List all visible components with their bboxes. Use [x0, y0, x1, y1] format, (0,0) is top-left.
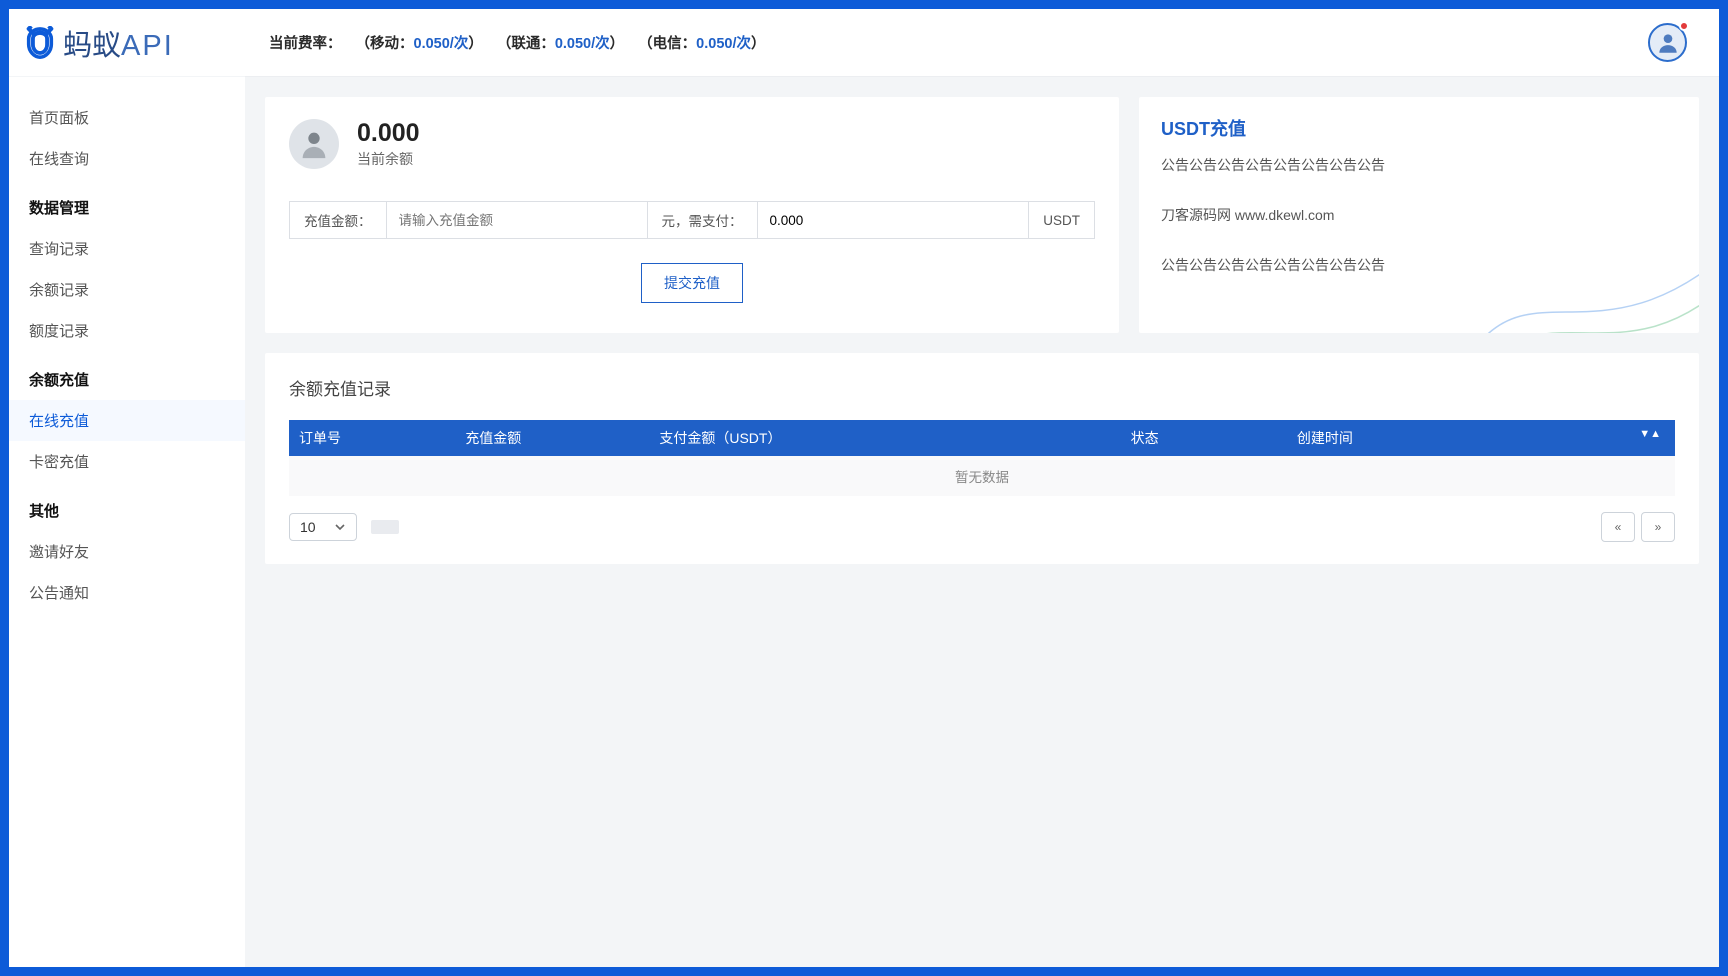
- col-status[interactable]: 状态: [1121, 420, 1287, 456]
- currency-unit: USDT: [1028, 202, 1094, 238]
- sort-desc-icon: ▼▲: [1639, 428, 1661, 440]
- announcement-line: 公告公告公告公告公告公告公告公告: [1161, 255, 1677, 275]
- table-empty-text: 暂无数据: [289, 456, 1675, 496]
- topbar: 当前费率： （移动：0.050/次） （联通：0.050/次） （电信：0.050/…: [245, 9, 1719, 77]
- announcement-line: 公告公告公告公告公告公告公告公告: [1161, 155, 1677, 175]
- amount-label: 充值金额：: [290, 202, 387, 238]
- rate-item: （电信：0.050/次）: [638, 32, 765, 53]
- col-amount[interactable]: 充值金额: [455, 420, 649, 456]
- rate-item: （移动：0.050/次）: [356, 32, 483, 53]
- history-title: 余额充值记录: [289, 375, 1675, 400]
- nav-link[interactable]: 在线充值: [9, 400, 245, 441]
- amount-input[interactable]: [387, 202, 647, 238]
- pay-amount-input[interactable]: [758, 202, 1029, 238]
- logo-text: 蚂蚁API: [63, 22, 174, 64]
- nav-link[interactable]: 卡密充值: [9, 441, 245, 482]
- sidebar-nav: 首页面板在线查询数据管理查询记录余额记录额度记录余额充值在线充值卡密充值其他邀请…: [9, 77, 245, 613]
- submit-recharge-button[interactable]: 提交充值: [641, 263, 743, 303]
- rate-item: （联通：0.050/次）: [497, 32, 624, 53]
- nav-link[interactable]: 邀请好友: [9, 531, 245, 572]
- page-size-select[interactable]: 10: [289, 513, 357, 541]
- pay-label: 元，需支付：: [647, 202, 758, 238]
- rate-display: 当前费率： （移动：0.050/次） （联通：0.050/次） （电信：0.050/…: [269, 32, 765, 53]
- card-history: 余额充值记录 订单号 充值金额 支付金额（USDT） 状态 创建时间 ▼▲: [265, 353, 1699, 564]
- content: 0.000 当前余额 充值金额： 元，需支付： USDT 提交充值: [245, 77, 1719, 967]
- user-avatar[interactable]: [1648, 23, 1687, 62]
- pagination: 10 « »: [289, 512, 1675, 542]
- chevron-down-icon: [334, 521, 346, 533]
- balance-value: 0.000: [357, 119, 420, 148]
- col-pay-usdt[interactable]: 支付金额（USDT）: [649, 420, 1120, 456]
- rate-label: 当前费率：: [269, 32, 342, 53]
- history-table: 订单号 充值金额 支付金额（USDT） 状态 创建时间 ▼▲: [289, 420, 1675, 496]
- nav-heading: 余额充值: [9, 359, 245, 400]
- col-created-at[interactable]: 创建时间 ▼▲: [1287, 420, 1675, 456]
- card-announcement: USDT充值 公告公告公告公告公告公告公告公告 刀客源码网 www.dkewl.…: [1139, 97, 1699, 333]
- sidebar: 蚂蚁API 首页面板在线查询数据管理查询记录余额记录额度记录余额充值在线充值卡密…: [9, 9, 245, 967]
- balance-label: 当前余额: [357, 149, 420, 169]
- col-order-id[interactable]: 订单号: [289, 420, 455, 456]
- nav-link[interactable]: 额度记录: [9, 310, 245, 351]
- notification-dot: [1679, 21, 1689, 31]
- nav-heading: 数据管理: [9, 187, 245, 228]
- person-icon: [297, 127, 331, 161]
- user-icon: [1655, 30, 1681, 56]
- announcement-line: 刀客源码网 www.dkewl.com: [1161, 205, 1677, 225]
- nav-link[interactable]: 首页面板: [9, 97, 245, 138]
- nav-link[interactable]: 余额记录: [9, 269, 245, 310]
- page-info-placeholder: [371, 520, 399, 534]
- card-balance: 0.000 当前余额 充值金额： 元，需支付： USDT 提交充值: [265, 97, 1119, 333]
- logo: 蚂蚁API: [9, 9, 245, 77]
- nav-link[interactable]: 公告通知: [9, 572, 245, 613]
- nav-heading: 其他: [9, 490, 245, 531]
- nav-link[interactable]: 在线查询: [9, 138, 245, 179]
- pager-prev-button[interactable]: «: [1601, 512, 1635, 542]
- recharge-input-group: 充值金额： 元，需支付： USDT: [289, 201, 1095, 239]
- logo-icon: [23, 26, 57, 60]
- main: 当前费率： （移动：0.050/次） （联通：0.050/次） （电信：0.050/…: [245, 9, 1719, 967]
- pager-next-button[interactable]: »: [1641, 512, 1675, 542]
- balance-avatar: [289, 119, 339, 169]
- announcement-title: USDT充值: [1161, 115, 1677, 141]
- nav-link[interactable]: 查询记录: [9, 228, 245, 269]
